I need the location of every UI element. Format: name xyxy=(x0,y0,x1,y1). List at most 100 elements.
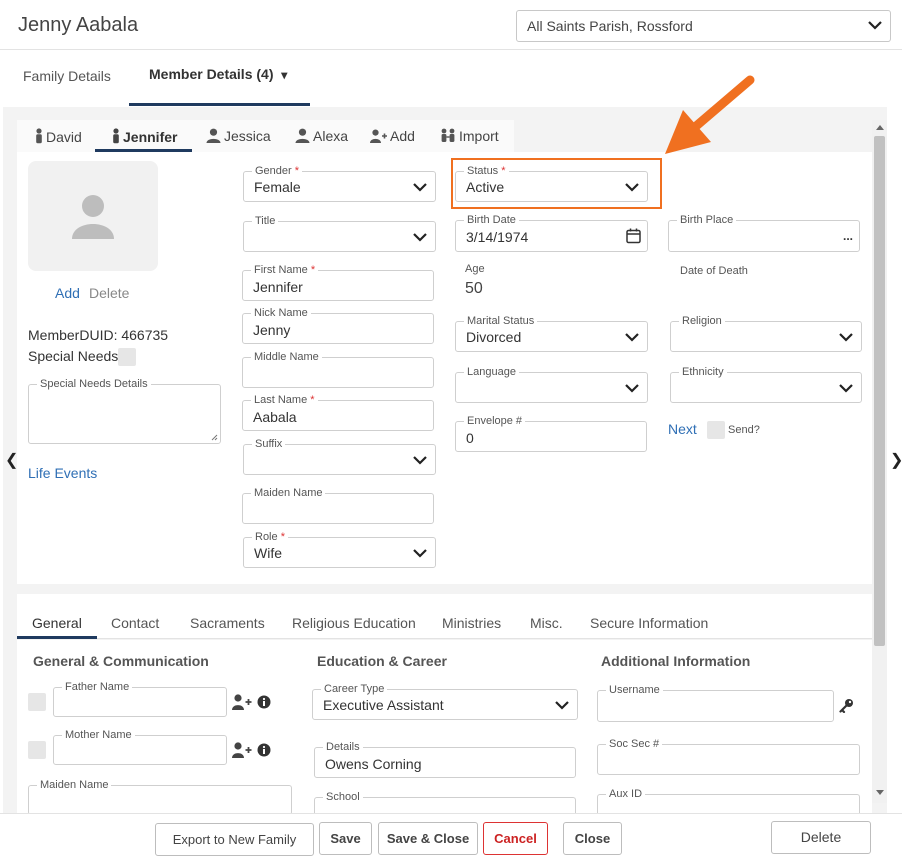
middle-name-field[interactable]: Middle Name xyxy=(242,351,434,388)
religion-select[interactable]: Religion xyxy=(670,315,862,352)
member-tab-label: Jennifer xyxy=(123,129,178,145)
member-tab-jessica[interactable]: Jessica xyxy=(206,120,271,152)
resize-handle-icon[interactable] xyxy=(211,434,218,441)
add-user-icon[interactable] xyxy=(232,694,252,710)
first-name-field[interactable]: First Name * Jennifer xyxy=(242,264,434,301)
role-select[interactable]: Role * Wife xyxy=(243,531,436,568)
scroll-up-icon[interactable] xyxy=(876,124,884,130)
field-label: Username xyxy=(606,684,663,696)
field-label: Soc Sec # xyxy=(606,738,663,750)
field-label: Middle Name xyxy=(251,351,322,363)
birth-place-field[interactable]: Birth Place ... xyxy=(668,214,860,252)
delete-button[interactable]: Delete xyxy=(771,821,871,854)
father-name-field[interactable]: Father Name xyxy=(53,681,227,717)
mother-checkbox[interactable] xyxy=(28,741,46,759)
life-events-link[interactable]: Life Events xyxy=(28,465,97,481)
info-icon[interactable] xyxy=(257,743,271,757)
info-icon[interactable] xyxy=(257,695,271,709)
section-separator xyxy=(17,584,872,594)
key-icon[interactable] xyxy=(839,698,854,713)
parish-select[interactable]: All Saints Parish, Rossford xyxy=(516,10,891,42)
marital-status-value: Divorced xyxy=(466,329,522,345)
career-type-value: Executive Assistant xyxy=(323,697,444,713)
member-tab-add[interactable]: Add xyxy=(370,120,415,152)
father-checkbox[interactable] xyxy=(28,693,46,711)
page-title: Jenny Aabala xyxy=(18,14,139,36)
envelope-field[interactable]: Envelope # 0 xyxy=(455,415,647,452)
chevron-down-icon xyxy=(413,233,427,242)
last-name-value: Aabala xyxy=(253,409,297,425)
field-label: Last Name * xyxy=(251,394,318,406)
special-needs-checkbox[interactable] xyxy=(118,348,136,366)
tab-sacraments[interactable]: Sacraments xyxy=(190,615,265,631)
age-label: Age xyxy=(465,263,485,275)
chevron-down-icon xyxy=(413,549,427,558)
special-needs-details-field[interactable]: Special Needs Details xyxy=(28,378,221,444)
first-name-value: Jennifer xyxy=(253,279,303,295)
export-to-new-family-button[interactable]: Export to New Family xyxy=(155,823,314,856)
last-name-field[interactable]: Last Name * Aabala xyxy=(242,394,434,431)
member-tab-jennifer[interactable]: Jennifer xyxy=(112,120,177,152)
field-label: Career Type xyxy=(321,683,388,695)
tab-general[interactable]: General xyxy=(32,615,82,631)
section-heading: Education & Career xyxy=(317,653,447,669)
import-users-icon xyxy=(441,128,455,142)
maiden-name-field[interactable]: Maiden Name xyxy=(242,487,434,524)
details-field[interactable]: Details Owens Corning xyxy=(314,741,576,778)
avatar-placeholder-icon xyxy=(72,195,114,239)
career-type-select[interactable]: Career Type Executive Assistant xyxy=(312,683,578,720)
title-select[interactable]: Title xyxy=(243,215,436,252)
scrollbar-thumb[interactable] xyxy=(874,136,885,646)
soc-sec-field[interactable]: Soc Sec # xyxy=(597,738,860,775)
scroll-down-icon[interactable] xyxy=(876,790,884,796)
cancel-button[interactable]: Cancel xyxy=(483,822,548,855)
next-link[interactable]: Next xyxy=(668,421,697,437)
member-tab-david[interactable]: David xyxy=(35,120,82,152)
tab-ministries[interactable]: Ministries xyxy=(442,615,501,631)
date-of-death-label: Date of Death xyxy=(680,265,748,277)
marital-status-select[interactable]: Marital Status Divorced xyxy=(455,315,648,352)
member-photo[interactable] xyxy=(28,161,158,271)
tab-misc[interactable]: Misc. xyxy=(530,615,563,631)
send-checkbox[interactable] xyxy=(707,421,725,439)
birth-date-value: 3/14/1974 xyxy=(466,229,529,245)
language-select[interactable]: Language xyxy=(455,366,648,403)
chevron-down-icon xyxy=(868,21,882,30)
tab-religious-education[interactable]: Religious Education xyxy=(292,615,416,631)
field-label: Envelope # xyxy=(464,415,526,427)
tab-family-details[interactable]: Family Details xyxy=(23,68,111,84)
username-field[interactable]: Username xyxy=(597,684,834,722)
chevron-down-icon xyxy=(625,384,639,393)
field-label: Birth Place xyxy=(677,214,737,226)
person-icon xyxy=(113,128,119,144)
tab-member-details[interactable]: Member Details (4) ▾ xyxy=(149,66,287,82)
calendar-icon[interactable] xyxy=(626,228,641,244)
save-and-close-button[interactable]: Save & Close xyxy=(378,822,478,855)
close-button[interactable]: Close xyxy=(563,822,622,855)
member-tab-label: Alexa xyxy=(313,128,349,144)
general-maiden-name-field[interactable]: Maiden Name xyxy=(28,779,292,815)
chevron-down-icon xyxy=(625,333,639,342)
suffix-select[interactable]: Suffix xyxy=(243,438,436,475)
birth-date-field[interactable]: Birth Date 3/14/1974 xyxy=(455,214,648,252)
tab-member-details-label: Member Details (4) xyxy=(149,66,274,82)
nick-name-field[interactable]: Nick Name Jenny xyxy=(242,307,434,344)
field-label: Title xyxy=(252,215,279,227)
mother-name-field[interactable]: Mother Name xyxy=(53,729,227,765)
member-tab-import[interactable]: Import xyxy=(440,120,499,152)
ethnicity-select[interactable]: Ethnicity xyxy=(670,366,862,403)
tab-secure-information[interactable]: Secure Information xyxy=(590,615,708,631)
member-tab-alexa[interactable]: Alexa xyxy=(295,120,348,152)
photo-add-link[interactable]: Add xyxy=(55,285,80,301)
field-label: Gender * xyxy=(252,165,303,177)
more-icon[interactable]: ... xyxy=(843,229,853,243)
field-label: Language xyxy=(464,366,519,378)
prev-member-arrow-icon[interactable]: ❮ xyxy=(5,450,18,470)
add-user-icon[interactable] xyxy=(232,742,252,758)
photo-delete-link[interactable]: Delete xyxy=(89,285,129,301)
save-button[interactable]: Save xyxy=(319,822,372,855)
gender-select[interactable]: Gender * Female xyxy=(243,165,436,202)
next-member-arrow-icon[interactable]: ❯ xyxy=(890,450,902,470)
tab-contact[interactable]: Contact xyxy=(111,615,159,631)
role-value: Wife xyxy=(254,545,282,561)
